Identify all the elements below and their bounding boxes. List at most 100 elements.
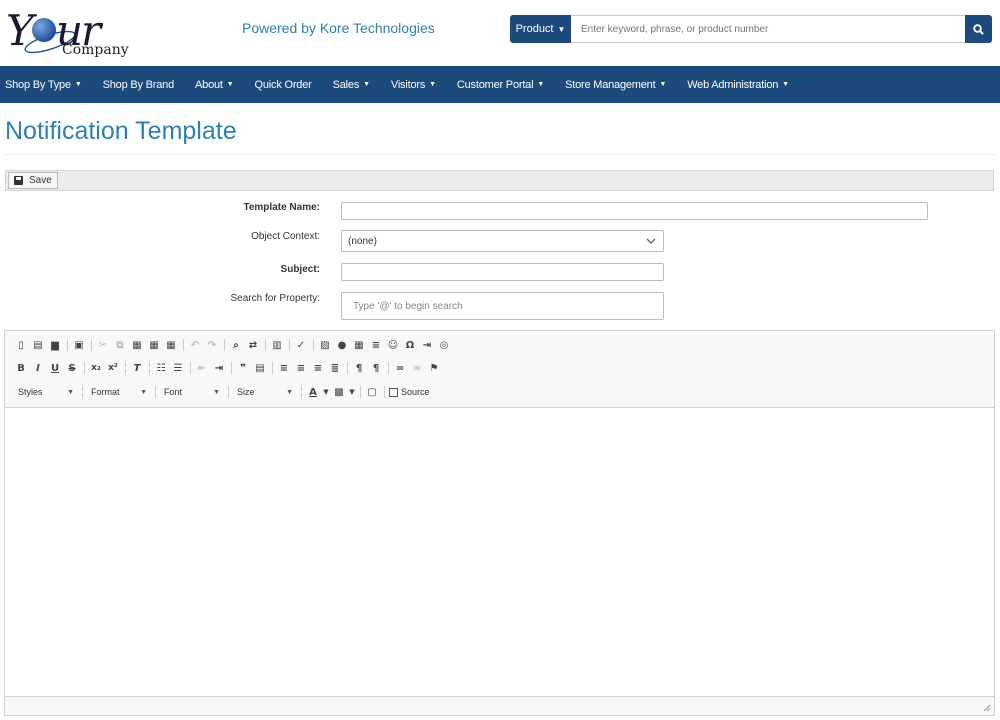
image-icon[interactable]: ▨	[318, 338, 332, 352]
font-label: Font	[164, 387, 183, 397]
bold-icon[interactable]: B	[14, 361, 28, 375]
toolbar-separator	[265, 339, 266, 351]
nav-about[interactable]: About ▼	[195, 78, 234, 91]
align-left-icon[interactable]: ≡	[277, 361, 291, 375]
toolbar-separator	[313, 339, 314, 351]
save-disk-icon	[14, 176, 23, 185]
justify-icon[interactable]: ≣	[328, 361, 342, 375]
resize-handle-icon[interactable]	[983, 704, 991, 712]
search-category-label: Product	[515, 23, 554, 35]
toolbar-separator	[360, 386, 361, 398]
subscript-icon[interactable]: x₂	[89, 361, 103, 375]
select-all-icon[interactable]: ▥	[270, 338, 284, 352]
nav-label: Quick Order	[254, 78, 312, 91]
format-dropdown[interactable]: Format ▼	[87, 385, 151, 399]
search-button[interactable]	[965, 15, 992, 43]
underline-icon[interactable]: U	[48, 361, 62, 375]
smiley-icon[interactable]: ☺	[386, 338, 400, 352]
caret-down-icon: ▼	[74, 81, 82, 89]
align-center-icon[interactable]: ≡	[294, 361, 308, 375]
template-name-input[interactable]	[341, 202, 928, 220]
object-context-value: (none)	[348, 235, 377, 247]
font-dropdown[interactable]: Font ▼	[160, 385, 224, 399]
undo-icon[interactable]: ↶	[188, 338, 202, 352]
remove-format-icon[interactable]: T	[130, 361, 144, 375]
align-right-icon[interactable]: ≡	[311, 361, 325, 375]
text-color-icon[interactable]: A	[306, 385, 320, 399]
cut-icon[interactable]: ✂	[96, 338, 110, 352]
rtl-icon[interactable]: ¶	[369, 361, 383, 375]
globe-icon	[32, 18, 56, 42]
nav-store-management[interactable]: Store Management ▼	[565, 79, 666, 91]
print-icon[interactable]: ▆	[48, 338, 62, 352]
horizontal-rule-icon[interactable]: ≡	[369, 338, 383, 352]
caret-down-icon: ▼	[213, 388, 220, 396]
paste-text-icon[interactable]: ▦	[147, 338, 161, 352]
toolbar-separator	[125, 362, 126, 374]
spellcheck-icon[interactable]: ✓	[294, 338, 308, 352]
toolbar-separator	[91, 339, 92, 351]
bulleted-list-icon[interactable]: ☰	[171, 361, 185, 375]
nav-shop-by-brand[interactable]: Shop By Brand	[103, 79, 175, 91]
superscript-icon[interactable]: x²	[106, 361, 120, 375]
anchor-flag-icon[interactable]: ⚑	[427, 361, 441, 375]
div-container-icon[interactable]: ▤	[253, 361, 267, 375]
object-context-select[interactable]: (none)	[341, 230, 664, 252]
nav-customer-portal[interactable]: Customer Portal ▼	[457, 79, 544, 91]
nav-quick-order[interactable]: Quick Order	[255, 79, 312, 91]
nav-label: About	[195, 78, 223, 91]
ltr-icon[interactable]: ¶	[352, 361, 366, 375]
editor-content-area[interactable]	[5, 409, 994, 696]
paste-icon[interactable]: ▦	[130, 338, 144, 352]
toolbar-separator	[183, 339, 184, 351]
italic-icon[interactable]: I	[31, 361, 45, 375]
save-button[interactable]: Save	[8, 172, 58, 189]
outdent-icon[interactable]: ⇤	[195, 361, 209, 375]
search-input[interactable]	[571, 15, 965, 43]
subject-label: Subject:	[280, 264, 320, 275]
search-category-dropdown[interactable]: Product ▼	[510, 15, 571, 43]
search-bar: Product ▼	[510, 15, 992, 43]
styles-dropdown[interactable]: Styles ▼	[14, 385, 78, 399]
table-icon[interactable]: ▦	[352, 338, 366, 352]
format-label: Format	[91, 387, 120, 397]
subject-input[interactable]	[341, 263, 664, 281]
editor-toolbar-row-2: B I U S x₂ x² T ☷ ☰ ⇤ ⇥ ❞ ▤ ≡ ≡ ≡ ≣ ¶ ¶	[14, 360, 444, 376]
company-logo[interactable]: Y ur Company	[6, 4, 129, 60]
replace-icon[interactable]: ⇄	[246, 338, 260, 352]
page-break-icon[interactable]: ⇥	[420, 338, 434, 352]
copy-icon[interactable]: ⧉	[113, 338, 127, 352]
special-char-icon[interactable]: Ω	[403, 338, 417, 352]
strikethrough-icon[interactable]: S	[65, 361, 79, 375]
find-icon[interactable]: ⌕	[229, 338, 243, 352]
source-button[interactable]: Source	[389, 387, 430, 397]
size-dropdown[interactable]: Size ▼	[233, 385, 297, 399]
redo-icon[interactable]: ↷	[205, 338, 219, 352]
indent-icon[interactable]: ⇥	[212, 361, 226, 375]
preview-icon[interactable]: ▤	[31, 338, 45, 352]
numbered-list-icon[interactable]: ☷	[154, 361, 168, 375]
nav-sales[interactable]: Sales ▼	[333, 79, 370, 91]
nav-shop-by-type[interactable]: Shop By Type ▼	[5, 79, 82, 91]
caret-down-icon: ▼	[67, 388, 74, 396]
caret-down-icon: ▼	[323, 388, 329, 396]
link-icon[interactable]: ∞	[393, 361, 407, 375]
toolbar-separator	[67, 339, 68, 351]
blockquote-icon[interactable]: ❞	[236, 361, 250, 375]
size-label: Size	[237, 387, 255, 397]
unlink-icon[interactable]: ∞	[410, 361, 424, 375]
bg-color-icon[interactable]: ▩	[332, 385, 346, 399]
logo-letter-y: Y	[6, 6, 34, 55]
iframe-icon[interactable]: ◎	[437, 338, 451, 352]
nav-visitors[interactable]: Visitors ▼	[391, 79, 436, 91]
nav-label: Sales	[332, 78, 360, 91]
flash-icon[interactable]: ●	[335, 338, 349, 352]
caret-down-icon: ▼	[537, 81, 545, 89]
maximize-icon[interactable]: ▢	[365, 385, 379, 399]
new-page-icon[interactable]: ▯	[14, 338, 28, 352]
search-property-input[interactable]: Type '@' to begin search	[341, 292, 664, 320]
toolbar-separator	[301, 386, 302, 398]
templates-icon[interactable]: ▣	[72, 338, 86, 352]
nav-web-administration[interactable]: Web Administration ▼	[687, 79, 789, 91]
paste-word-icon[interactable]: ▦	[164, 338, 178, 352]
